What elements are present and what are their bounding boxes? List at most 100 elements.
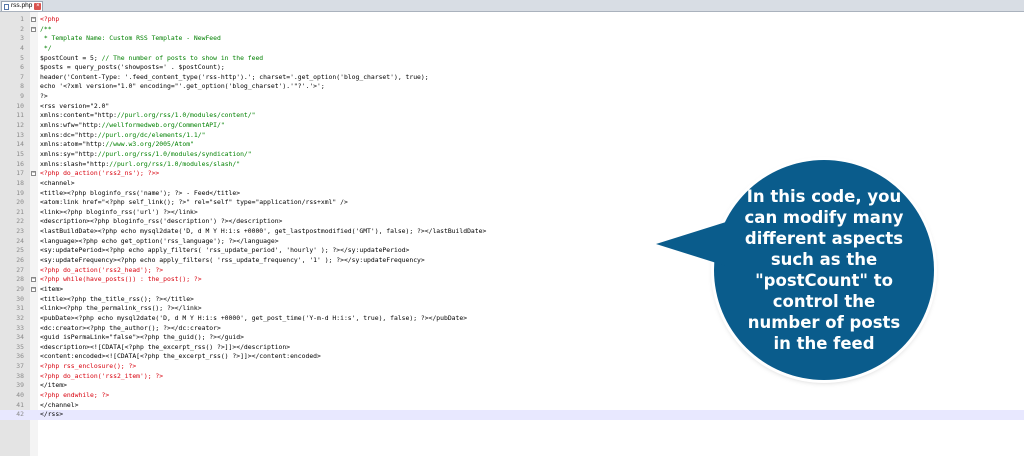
line-number: 13 (16, 130, 24, 139)
line-number: 34 (16, 333, 24, 342)
line-number: 21 (16, 207, 24, 216)
code-line[interactable]: 40 <?php endwhile; ?> (0, 391, 1024, 401)
code-text: <?php do_action('rss2_ns'); ?>> (40, 169, 160, 178)
line-number: 5 (20, 53, 24, 62)
line-number: 42 (16, 410, 24, 419)
code-text: xmlns:atom="http://www.w3.org/2005/Atom" (40, 140, 194, 149)
line-number: 30 (16, 294, 24, 303)
code-text: <content:encoded><![CDATA[<?php the_exce… (40, 352, 321, 361)
code-text: */ (40, 43, 52, 52)
code-text: xmlns:content="http://purl.org/rss/1.0/m… (40, 111, 256, 120)
line-number: 31 (16, 304, 24, 313)
code-text: <sy:updatePeriod><?php echo apply_filter… (40, 246, 410, 255)
line-number: 25 (16, 246, 24, 255)
line-number: 28 (16, 275, 24, 284)
line-number: 7 (20, 72, 24, 81)
code-text: <link><?php bloginfo_rss('url') ?></link… (40, 207, 198, 216)
code-text: xmlns:dc="http://purl.org/dc/elements/1.… (40, 130, 206, 139)
code-text: <?php (40, 15, 60, 23)
editor-window: rss.php × 1− <?php 2−/** 3 * Template Name:… (0, 0, 1024, 456)
code-text: <guid isPermaLink="false"><?php the_guid… (40, 333, 244, 342)
code-line[interactable]: 14 xmlns:atom="http://www.w3.org/2005/Ato… (0, 140, 1024, 150)
line-number: 16 (16, 159, 24, 168)
line-number: 18 (16, 178, 24, 187)
code-text: header('Content-Type: '.feed_content_typ… (40, 72, 429, 81)
callout-arrow (656, 222, 726, 266)
fold-toggle-icon[interactable]: − (31, 26, 36, 32)
line-number: 35 (16, 342, 24, 351)
code-text: <?php rss_enclosure(); ?> (40, 362, 137, 371)
line-number: 15 (16, 149, 24, 158)
code-line[interactable]: 4 */ (0, 44, 1024, 54)
code-text: <title><?php the_title_rss(); ?></title> (40, 294, 194, 303)
code-text: * Template Name: Custom RSS Template - N… (40, 34, 221, 43)
tab-rss-php[interactable]: rss.php × (1, 1, 43, 11)
line-number: 29 (16, 284, 24, 293)
line-number: 26 (16, 256, 24, 265)
code-line[interactable]: 42 </rss> (0, 410, 1024, 420)
code-text: $posts = query_posts('showposts=' . $pos… (40, 63, 225, 72)
code-line[interactable]: 10 <rss version="2.0" (0, 102, 1024, 112)
line-number: 3 (20, 34, 24, 43)
code-line[interactable]: 13 xmlns:dc="http://purl.org/dc/elements/… (0, 131, 1024, 141)
fold-toggle-icon[interactable]: − (31, 277, 36, 283)
code-text: </channel> (40, 400, 79, 409)
code-line[interactable]: 3 * Template Name: Custom RSS Template -… (0, 34, 1024, 44)
callout-text: In this code, you can modify many differ… (744, 187, 904, 353)
code-line[interactable]: 7 header('Content-Type: '.feed_content_ty… (0, 73, 1024, 83)
code-text: <atom:link href="<?php self_link(); ?>" … (40, 198, 348, 207)
line-number: 1 (20, 15, 24, 23)
code-text: </item> (40, 381, 67, 390)
tab-label: rss.php (11, 2, 33, 10)
tab-bar: rss.php × (0, 0, 1024, 12)
code-line[interactable]: 9 ?> (0, 92, 1024, 102)
code-line[interactable]: 6 $posts = query_posts('showposts=' . $po… (0, 63, 1024, 73)
fold-toggle-icon[interactable]: − (31, 286, 36, 292)
code-text: <channel> (40, 178, 75, 187)
code-text: <item> (40, 284, 64, 293)
line-number: 38 (16, 371, 24, 380)
code-line[interactable]: 15 xmlns:sy="http://purl.org/rss/1.0/modu… (0, 150, 1024, 160)
line-number: 27 (16, 265, 24, 274)
line-number: 12 (16, 121, 24, 130)
line-number: 10 (16, 101, 24, 110)
line-number: 22 (16, 217, 24, 226)
code-text: $postCount = 5; // The number of posts t… (40, 53, 264, 62)
close-icon[interactable]: × (34, 3, 42, 10)
line-number: 41 (16, 400, 24, 409)
code-text: xmlns:sy="http://purl.org/rss/1.0/module… (40, 149, 252, 158)
line-number: 24 (16, 236, 24, 245)
line-number: 40 (16, 390, 24, 399)
fold-toggle-icon[interactable]: − (31, 17, 36, 22)
code-text: <rss version="2.0" (40, 101, 110, 110)
code-text: <description><?php bloginfo_rss('descrip… (40, 217, 283, 226)
code-line[interactable]: 41 </channel> (0, 401, 1024, 411)
document-icon (4, 3, 9, 10)
code-text: </rss> (40, 410, 64, 419)
line-number: 11 (16, 111, 24, 120)
code-line[interactable]: 39 </item> (0, 381, 1024, 391)
code-text: <link><?php the_permalink_rss(); ?></lin… (40, 304, 202, 313)
code-line[interactable]: 8 echo '<?xml version="1.0" encoding="'.g… (0, 82, 1024, 92)
code-line[interactable]: 5 $postCount = 5; // The number of posts … (0, 54, 1024, 64)
line-number: 2 (20, 24, 24, 33)
code-text: <title><?php bloginfo_rss('name'); ?> - … (40, 188, 241, 197)
code-line[interactable]: 2 −/** (0, 25, 1024, 35)
code-text: <language><?php echo get_option('rss_lan… (40, 236, 279, 245)
line-number: 37 (16, 362, 24, 371)
code-line[interactable]: 11 xmlns:content="http://purl.org/rss/1.0… (0, 111, 1024, 121)
code-text: xmlns:wfw="http://wellformedweb.org/Comm… (40, 121, 225, 130)
code-text: <?php do_action('rss2_item'); ?> (40, 371, 164, 380)
code-text: <dc:creator><?php the_author(); ?></dc:c… (40, 323, 221, 332)
code-text: /** (40, 24, 52, 33)
line-number: 17 (16, 169, 24, 178)
line-number: 19 (16, 188, 24, 197)
code-text: xmlns:slash="http://purl.org/rss/1.0/mod… (40, 159, 241, 168)
code-line[interactable]: 1 − <?php (0, 15, 1024, 25)
fold-toggle-icon[interactable]: − (31, 171, 36, 177)
code-text: <lastBuildDate><?php echo mysql2date('D,… (40, 227, 487, 236)
code-line[interactable]: 12 xmlns:wfw="http://wellformedweb.org/Co… (0, 121, 1024, 131)
code-text: <?php while(have_posts()) : the_post(); … (40, 275, 202, 284)
line-number: 23 (16, 227, 24, 236)
line-number: 20 (16, 198, 24, 207)
